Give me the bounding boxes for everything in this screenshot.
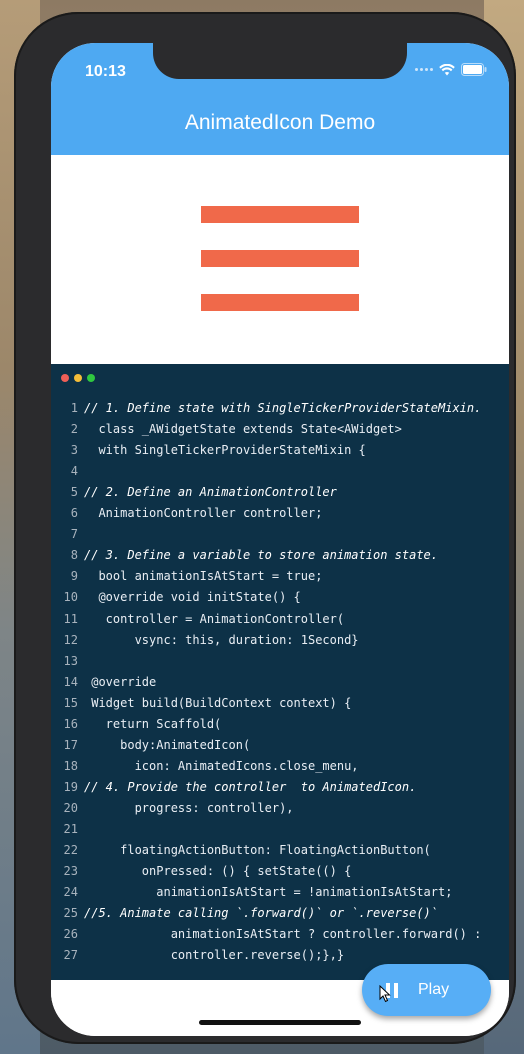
window-controls [61, 374, 95, 382]
code-text: animationIsAtStart ? controller.forward(… [84, 927, 482, 942]
code-line: 4 [51, 461, 509, 482]
code-line: 7 [51, 524, 509, 545]
code-line: 19 // 4. Provide the controller to Animat… [51, 777, 509, 798]
code-line: 21 [51, 819, 509, 840]
status-time: 10:13 [85, 63, 126, 80]
line-number: 9 [70, 569, 78, 584]
code-line: 26 animationIsAtStart ? controller.forwa… [51, 924, 509, 945]
line-number: 16 [63, 716, 78, 731]
play-button-label: Play [418, 981, 450, 998]
line-number: 11 [63, 611, 78, 626]
line-number: 7 [70, 527, 78, 542]
code-line: 16 return Scaffold( [51, 714, 509, 735]
line-number: 24 [63, 885, 78, 900]
line-number: 18 [63, 758, 78, 773]
code-line: 5 // 2. Define an AnimationController [51, 482, 509, 503]
line-number: 5 [70, 485, 78, 500]
maximize-dot-icon [87, 374, 95, 382]
code-text: onPressed: () { setState(() { [84, 864, 352, 879]
code-text: bool animationIsAtStart = true; [84, 569, 323, 584]
code-line: 25 //5. Animate calling `.forward()` or `… [51, 903, 509, 924]
code-line: 1 // 1. Define state with SingleTickerPro… [51, 398, 509, 419]
line-number: 13 [63, 653, 78, 668]
line-number: 21 [63, 822, 78, 836]
line-number: 3 [70, 443, 78, 458]
line-number: 10 [63, 590, 78, 605]
code-text: vsync: this, duration: 1Second} [84, 632, 359, 647]
code-text: body:AnimatedIcon( [84, 737, 251, 752]
code-comment: // 4. Provide the controller to Animated… [84, 779, 417, 794]
line-number: 26 [63, 927, 78, 942]
code-line: 17 body:AnimatedIcon( [51, 735, 509, 756]
code-text: icon: AnimatedIcons.close_menu, [84, 758, 359, 773]
line-number: 27 [63, 948, 78, 963]
line-number: 6 [70, 506, 78, 521]
code-text: @override [84, 674, 157, 689]
code-text: AnimationController controller; [84, 506, 323, 521]
code-text: controller = AnimationController( [84, 611, 345, 626]
line-number: 19 [63, 779, 78, 794]
notch [153, 43, 407, 79]
code-comment: // 3. Define a variable to store animati… [84, 548, 439, 563]
code-comment: // 1. Define state with SingleTickerProv… [84, 401, 482, 415]
wifi-icon [439, 63, 455, 76]
code-line: 12 vsync: this, duration: 1Second} [51, 630, 509, 651]
menu-icon-bar-bottom [201, 294, 359, 311]
close-dot-icon [61, 374, 69, 382]
page-title: AnimatedIcon Demo [184, 111, 376, 134]
code-comment: //5. Animate calling `.forward()` or `.r… [84, 906, 439, 921]
app-bar: 10:13 AnimatedIcon Demo [51, 43, 509, 155]
line-number: 23 [63, 864, 78, 879]
line-number: 25 [63, 906, 78, 921]
line-number: 1 [70, 401, 78, 415]
phone-frame: 10:13 AnimatedIcon Demo 1 // 1. Define s… [14, 12, 516, 1044]
code-line: 20 progress: controller), [51, 798, 509, 819]
status-icons [415, 63, 487, 76]
minimize-dot-icon [74, 374, 82, 382]
code-line: 6 AnimationController controller; [51, 503, 509, 524]
code-line: 8 // 3. Define a variable to store animat… [51, 545, 509, 566]
code-line: 3 with SingleTickerProviderStateMixin { [51, 440, 509, 461]
line-number: 4 [70, 464, 78, 479]
code-panel: 1 // 1. Define state with SingleTickerPro… [51, 364, 509, 980]
code-line: 24 animationIsAtStart = !animationIsAtSt… [51, 882, 509, 903]
code-line: 2 class _AWidgetState extends State<AWid… [51, 419, 509, 440]
code-text: controller.reverse();},} [84, 948, 345, 963]
code-line: 18 icon: AnimatedIcons.close_menu, [51, 756, 509, 777]
code-text: class _AWidgetState extends State<AWidge… [84, 422, 402, 437]
battery-icon [461, 63, 487, 76]
code-text: floatingActionButton: FloatingActionButt… [84, 843, 431, 858]
code-line: 15 Widget build(BuildContext context) { [51, 693, 509, 714]
code-text: @override void initState() { [84, 590, 301, 605]
line-number: 2 [70, 422, 78, 437]
line-number: 17 [63, 737, 78, 752]
home-indicator [199, 1020, 361, 1025]
phone-screen: 10:13 AnimatedIcon Demo 1 // 1. Define s… [51, 43, 509, 1036]
animated-icon [51, 155, 509, 366]
code-comment: // 2. Define an AnimationController [84, 485, 337, 500]
line-number: 22 [63, 843, 78, 858]
line-number: 20 [63, 800, 78, 815]
menu-icon-bar-middle [201, 250, 359, 267]
menu-icon-bar-top [201, 206, 359, 223]
code-text: animationIsAtStart = !animationIsAtStart… [84, 885, 453, 900]
line-number: 14 [63, 674, 78, 689]
code-line: 10 @override void initState() { [51, 587, 509, 608]
code-line: 9 bool animationIsAtStart = true; [51, 566, 509, 587]
code-text: return Scaffold( [84, 716, 222, 731]
code-line: 22 floatingActionButton: FloatingActionB… [51, 840, 509, 861]
line-number: 15 [63, 695, 78, 710]
code-line: 11 controller = AnimationController( [51, 609, 509, 630]
code-line: 23 onPressed: () { setState(() { [51, 861, 509, 882]
code-line: 13 [51, 651, 509, 672]
code-text: Widget build(BuildContext context) { [84, 695, 352, 710]
line-number: 12 [63, 632, 78, 647]
signal-icon [415, 68, 433, 71]
code-text: progress: controller), [84, 800, 294, 815]
code-line: 14 @override [51, 672, 509, 693]
code-text: with SingleTickerProviderStateMixin { [84, 443, 366, 458]
line-number: 8 [70, 548, 78, 563]
mouse-cursor-icon [379, 985, 391, 1003]
